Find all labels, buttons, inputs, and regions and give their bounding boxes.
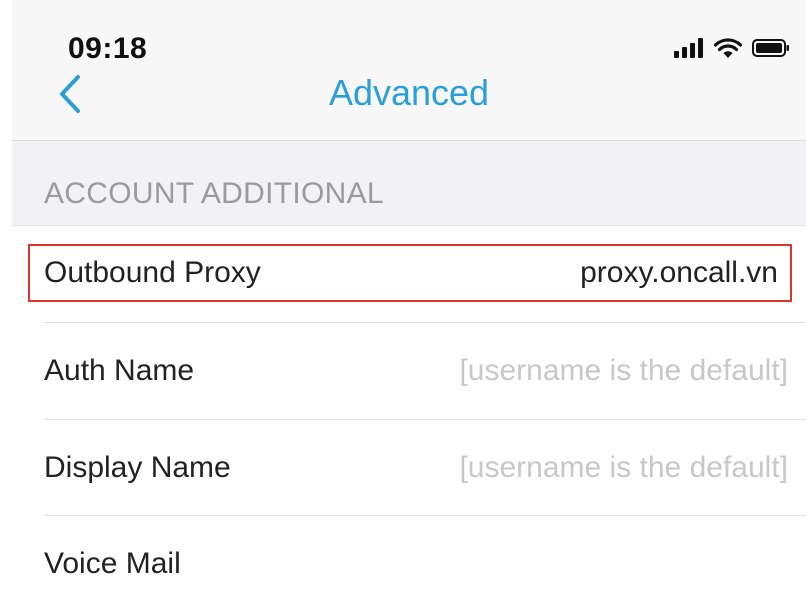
status-icons bbox=[674, 37, 790, 64]
outbound-proxy-row[interactable]: Outbound Proxy proxy.oncall.vn bbox=[28, 244, 792, 302]
auth-name-row[interactable]: Auth Name [username is the default] bbox=[44, 323, 806, 419]
section-header-label: ACCOUNT ADDITIONAL bbox=[44, 177, 384, 210]
voice-mail-row[interactable]: Voice Mail bbox=[44, 516, 806, 612]
outbound-proxy-value[interactable]: proxy.oncall.vn bbox=[580, 256, 778, 290]
status-time: 09:18 bbox=[68, 32, 148, 65]
display-name-row[interactable]: Display Name [username is the default] bbox=[44, 420, 806, 516]
settings-screen: 09:18 Advanced ACCOUNT ADDITIONAL Outbou… bbox=[12, 0, 806, 604]
battery-icon bbox=[752, 38, 790, 63]
display-name-label: Display Name bbox=[44, 451, 231, 484]
section-header: ACCOUNT ADDITIONAL bbox=[12, 141, 806, 226]
voice-mail-label: Voice Mail bbox=[44, 547, 181, 580]
outbound-proxy-label: Outbound Proxy bbox=[44, 256, 261, 289]
signal-icon bbox=[674, 37, 704, 63]
wifi-icon bbox=[713, 37, 743, 64]
navigation-bar: 09:18 Advanced bbox=[12, 0, 806, 141]
auth-name-label: Auth Name bbox=[44, 354, 195, 387]
page-title: Advanced bbox=[328, 72, 490, 113]
display-name-field[interactable]: [username is the default] bbox=[459, 451, 788, 485]
auth-name-field[interactable]: [username is the default] bbox=[459, 354, 788, 388]
